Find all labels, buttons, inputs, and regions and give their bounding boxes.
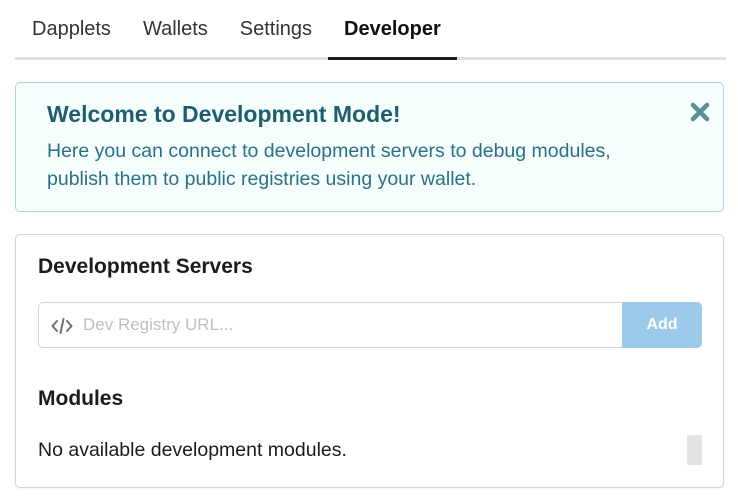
- app-root: Dapplets Wallets Settings Developer Welc…: [0, 0, 738, 501]
- tab-wallets[interactable]: Wallets: [127, 16, 224, 60]
- tab-bar: Dapplets Wallets Settings Developer: [15, 0, 726, 60]
- welcome-text: Here you can connect to development serv…: [47, 137, 663, 193]
- dev-registry-url-input[interactable]: [83, 303, 613, 347]
- tab-developer[interactable]: Developer: [328, 16, 457, 60]
- tab-dapplets[interactable]: Dapplets: [15, 16, 127, 60]
- close-icon[interactable]: [689, 101, 711, 123]
- modules-heading: Modules: [38, 387, 124, 410]
- welcome-message: Welcome to Development Mode! Here you ca…: [15, 82, 724, 212]
- tab-settings[interactable]: Settings: [224, 16, 328, 60]
- dev-registry-field: [38, 302, 622, 348]
- welcome-text-line-1: Here you can connect to development serv…: [47, 140, 611, 162]
- scrollbar-thumb[interactable]: [687, 435, 702, 465]
- modules-empty-text: No available development modules.: [38, 439, 347, 461]
- dev-registry-input-row: Add: [38, 302, 702, 348]
- welcome-text-line-2: publish them to public registries using …: [47, 168, 477, 190]
- welcome-title: Welcome to Development Mode!: [47, 101, 401, 127]
- add-button[interactable]: Add: [622, 302, 702, 348]
- developer-card: Development Servers Add Modules No avail…: [15, 234, 724, 488]
- code-icon: [51, 317, 73, 335]
- development-servers-heading: Development Servers: [38, 255, 253, 278]
